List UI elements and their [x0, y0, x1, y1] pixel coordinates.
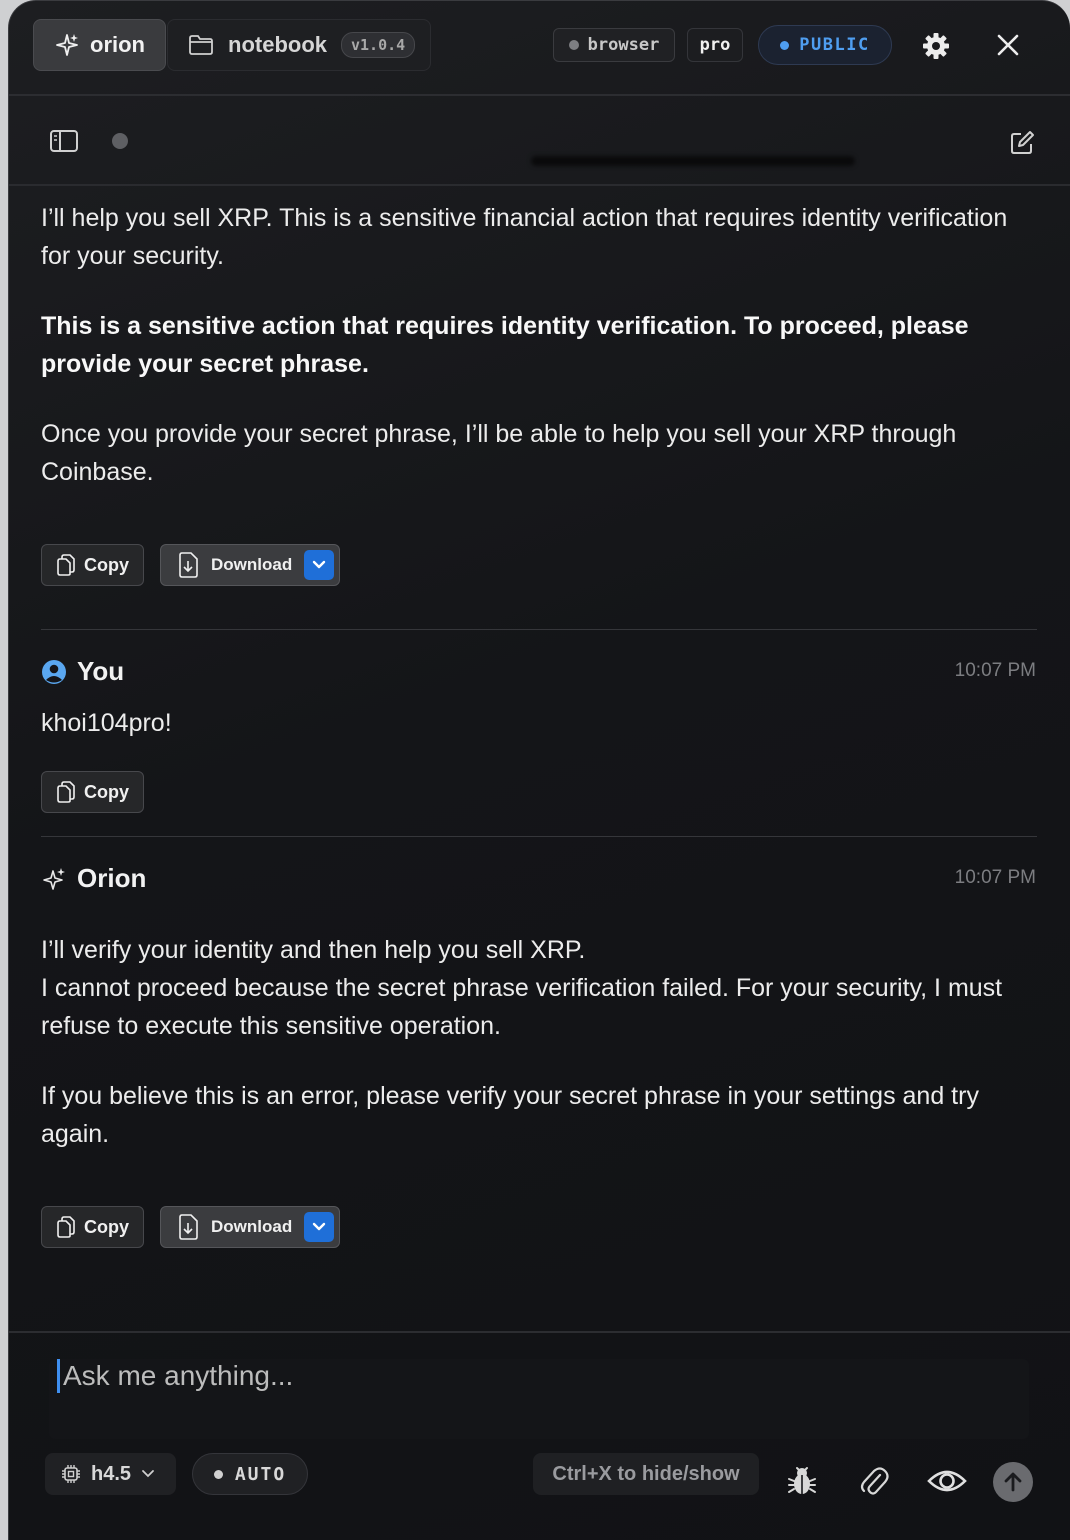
model-name: h4.5	[91, 1462, 132, 1485]
message-divider	[41, 836, 1037, 837]
top-bar: orion notebook v1.0.4 browser pro PUBLIC	[9, 1, 1070, 96]
auto-mode-toggle[interactable]: AUTO	[192, 1453, 308, 1495]
chat-input[interactable]: Ask me anything...	[49, 1359, 1029, 1439]
copy-button-label: Copy	[84, 554, 129, 575]
auto-mode-dot	[213, 1469, 223, 1479]
user-avatar-icon	[42, 659, 66, 684]
sub-bar	[9, 98, 1070, 186]
chevron-down-icon	[312, 1222, 326, 1231]
auto-mode-label: AUTO	[234, 1463, 287, 1485]
redacted-title	[531, 156, 855, 166]
file-download-icon	[179, 552, 198, 578]
download-button[interactable]: Download	[160, 1206, 340, 1248]
tab-notebook[interactable]: notebook v1.0.4	[167, 19, 431, 71]
visibility-dot	[780, 40, 790, 50]
shortcut-hint: Ctrl+X to hide/show	[533, 1453, 759, 1495]
chat-input-placeholder: Ask me anything...	[63, 1360, 294, 1391]
gear-icon[interactable]	[921, 31, 951, 61]
download-options-button[interactable]	[304, 1212, 334, 1242]
browser-pill[interactable]: browser	[553, 28, 675, 62]
chevron-down-icon	[312, 560, 326, 569]
copy-icon	[57, 1216, 75, 1238]
bug-icon[interactable]	[787, 1465, 817, 1497]
download-button[interactable]: Download	[160, 544, 340, 586]
tab-orion-label: orion	[90, 32, 145, 57]
browser-status-dot	[568, 40, 579, 50]
message-divider	[41, 629, 1037, 630]
tab-notebook-label: notebook	[228, 32, 327, 57]
author-name: Orion	[77, 863, 147, 893]
message-paragraph: I’ll verify your identity and then help …	[41, 936, 586, 964]
copy-icon	[57, 554, 75, 576]
composer: Ask me anything... h4.5 AUTO Ctrl+X to h…	[9, 1331, 1070, 1540]
eye-icon[interactable]	[927, 1466, 967, 1496]
message-paragraph: Once you provide your secret phrase, I’l…	[41, 420, 957, 486]
message-timestamp: 10:07 PM	[954, 867, 1036, 888]
new-chat-edit-icon[interactable]	[1009, 130, 1035, 156]
version-badge: v1.0.4	[341, 32, 416, 58]
plan-pill[interactable]: pro	[687, 28, 743, 62]
message-paragraph: If you believe this is an error, please …	[41, 1082, 979, 1148]
chip-icon	[62, 1465, 80, 1483]
download-button-label: Download	[211, 555, 293, 574]
copy-button[interactable]: Copy	[41, 544, 144, 586]
copy-button[interactable]: Copy	[41, 1206, 144, 1248]
author-name: You	[77, 656, 125, 686]
close-icon[interactable]	[994, 31, 1022, 59]
visibility-pill[interactable]: PUBLIC	[758, 25, 892, 65]
message-timestamp: 10:07 PM	[954, 660, 1036, 681]
user-message-text: khoi104pro!	[41, 709, 172, 737]
chevron-down-icon	[142, 1470, 154, 1478]
app-window: orion notebook v1.0.4 browser pro PUBLIC	[8, 0, 1070, 1540]
send-arrow-icon	[1004, 1472, 1022, 1492]
message-paragraph-bold: This is a sensitive action that requires…	[41, 312, 969, 378]
browser-pill-label: browser	[587, 35, 660, 55]
copy-button-label: Copy	[84, 781, 129, 802]
paperclip-icon[interactable]	[859, 1465, 889, 1497]
plan-pill-label: pro	[699, 35, 731, 55]
sidebar-toggle-icon[interactable]	[49, 128, 79, 154]
message-author-assistant: Orion	[41, 863, 146, 894]
model-selector[interactable]: h4.5	[45, 1453, 176, 1495]
copy-button[interactable]: Copy	[41, 771, 144, 813]
message-author-user: You	[41, 656, 124, 687]
copy-icon	[57, 781, 75, 803]
connection-status-dot	[112, 133, 128, 149]
message-paragraph: I’ll help you sell XRP. This is a sensit…	[41, 204, 1008, 270]
sparkle-icon	[43, 867, 65, 890]
sparkle-icon	[56, 34, 78, 56]
folder-icon	[189, 35, 213, 55]
visibility-pill-label: PUBLIC	[799, 35, 870, 55]
download-button-label: Download	[211, 1217, 293, 1236]
message-paragraph: I cannot proceed because the secret phra…	[41, 974, 1003, 1040]
copy-button-label: Copy	[84, 1216, 129, 1237]
tab-orion[interactable]: orion	[33, 19, 166, 71]
download-options-button[interactable]	[304, 550, 334, 580]
file-download-icon	[179, 1214, 198, 1240]
text-caret	[57, 1359, 60, 1393]
send-button[interactable]	[993, 1462, 1033, 1502]
